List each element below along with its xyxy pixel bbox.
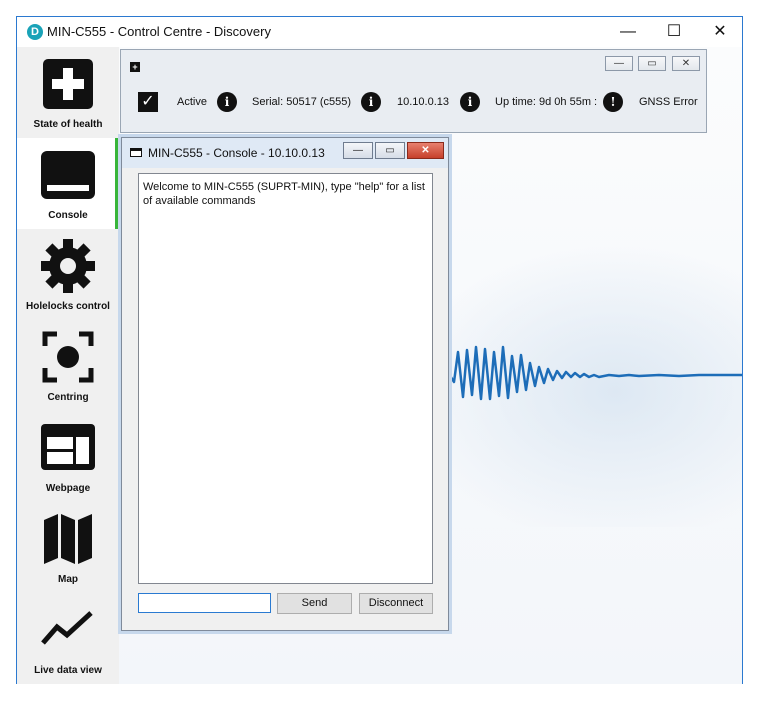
console-restore-button[interactable]: ▭	[375, 142, 405, 159]
info-icon[interactable]: i	[217, 92, 237, 112]
console-minimize-button[interactable]: —	[343, 142, 373, 159]
sidebar-item-label: Map	[58, 574, 78, 585]
info-icon[interactable]: i	[460, 92, 480, 112]
line-chart-icon	[41, 611, 93, 645]
first-aid-icon	[43, 59, 93, 109]
gear-icon	[41, 239, 95, 293]
sidebar-item-live-data-view[interactable]: Live data view	[17, 593, 119, 684]
minimize-button[interactable]: —	[605, 17, 651, 47]
console-window-icon	[130, 148, 142, 157]
app-logo-icon: D	[27, 24, 43, 40]
sidebar-item-label: Holelocks control	[26, 301, 110, 312]
panel-minimize-button[interactable]: —	[605, 56, 633, 71]
webpage-icon	[41, 424, 95, 470]
status-row: ✓ Active i Serial: 50517 (c555) i 10.10.…	[121, 92, 706, 114]
console-title-bar[interactable]: MIN-C555 - Console - 10.10.0.13 — ▭ ✕	[122, 138, 448, 168]
sidebar-item-label: Centring	[47, 392, 89, 403]
warning-icon[interactable]: !	[603, 92, 623, 112]
info-icon[interactable]: i	[361, 92, 381, 112]
gnss-status-label: GNSS Error	[639, 96, 698, 108]
serial-label: Serial: 50517 (c555)	[252, 96, 352, 108]
disconnect-button[interactable]: Disconnect	[359, 593, 433, 614]
sidebar: State of health Console Holelocks contro…	[17, 47, 119, 684]
title-bar[interactable]: D MIN-C555 - Control Centre - Discovery …	[17, 17, 742, 47]
ip-address-label: 10.10.0.13	[397, 96, 449, 108]
sidebar-item-label: State of health	[33, 119, 103, 130]
console-title: MIN-C555 - Console - 10.10.0.13	[148, 146, 325, 160]
sidebar-item-state-of-health[interactable]: State of health	[17, 47, 119, 138]
sidebar-item-webpage[interactable]: Webpage	[17, 411, 119, 502]
console-window: MIN-C555 - Console - 10.10.0.13 — ▭ ✕ We…	[121, 137, 449, 631]
main-window: D MIN-C555 - Control Centre - Discovery …	[16, 16, 743, 684]
map-icon	[44, 514, 92, 564]
command-input[interactable]	[138, 593, 271, 613]
maximize-button[interactable]: ☐	[651, 17, 697, 47]
active-label: Active	[177, 96, 207, 108]
sidebar-item-holelocks-control[interactable]: Holelocks control	[17, 229, 119, 320]
console-icon	[41, 151, 95, 199]
sidebar-item-label: Webpage	[45, 483, 91, 494]
uptime-label: Up time: 9d 0h 55m :	[495, 96, 598, 108]
sidebar-item-label: Live data view	[34, 665, 102, 676]
console-output[interactable]: Welcome to MIN-C555 (SUPRT-MIN), type "h…	[138, 173, 433, 584]
panel-close-button[interactable]: ✕	[672, 56, 700, 71]
window-title: MIN-C555 - Control Centre - Discovery	[47, 24, 271, 39]
sidebar-item-label: Console	[48, 210, 88, 221]
panel-restore-button[interactable]: ▭	[638, 56, 666, 71]
console-close-button[interactable]: ✕	[407, 142, 444, 159]
send-button[interactable]: Send	[277, 593, 352, 614]
active-checkbox[interactable]: ✓	[138, 92, 158, 112]
close-button[interactable]: ✕	[697, 17, 743, 47]
centring-target-icon	[42, 331, 94, 383]
sidebar-item-centring[interactable]: Centring	[17, 320, 119, 411]
sidebar-item-map[interactable]: Map	[17, 502, 119, 593]
sidebar-item-console[interactable]: Console	[17, 138, 119, 229]
add-icon[interactable]: +	[130, 62, 140, 72]
status-panel: + — ▭ ✕ ✓ Active i Serial: 50517 (c555) …	[120, 49, 707, 133]
